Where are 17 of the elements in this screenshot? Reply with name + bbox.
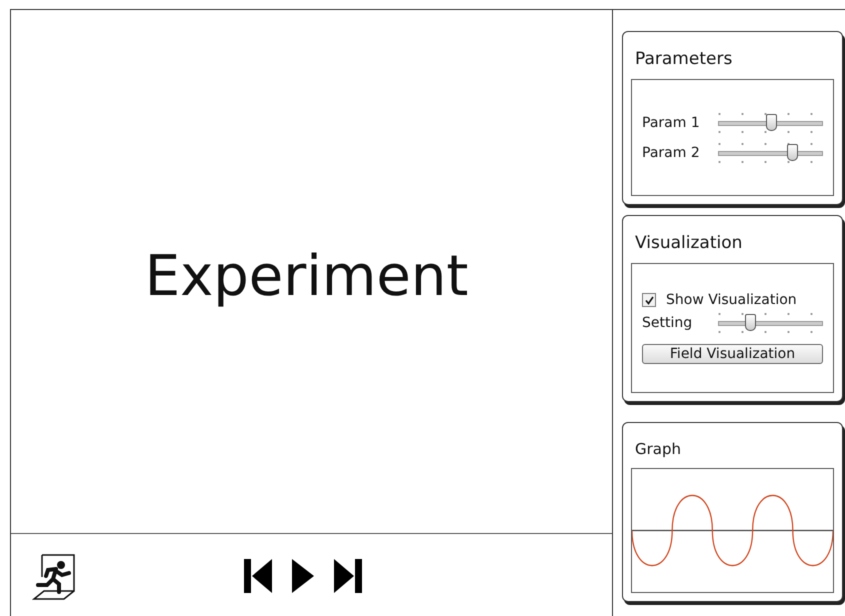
checkbox[interactable] (642, 293, 656, 307)
slider-thumb[interactable] (744, 314, 756, 331)
exit-icon[interactable] (32, 553, 76, 601)
experiment-title: Experiment (144, 244, 470, 309)
skip-back-icon[interactable] (244, 559, 272, 593)
skip-forward-icon[interactable] (334, 559, 362, 593)
panel-title: Visualization (635, 233, 744, 253)
panel-title: Graph (635, 440, 682, 458)
slider-label: Param 1 (642, 114, 701, 130)
slider-thumb[interactable] (766, 114, 776, 130)
panel-title: Parameters (635, 49, 734, 69)
checkbox-label: Show Visualization (666, 292, 797, 308)
slider-label: Param 2 (642, 144, 701, 160)
slider-thumb[interactable] (786, 144, 798, 160)
play-icon[interactable] (292, 559, 314, 593)
field-visualization-button[interactable]: Field Visualization (642, 344, 823, 364)
slider-label: Setting (642, 315, 694, 331)
